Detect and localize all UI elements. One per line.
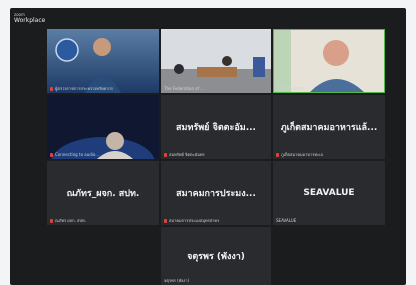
video-tile-8[interactable]: สมาคมการประมง... สมาคมการประมงสมุทรสาคร [161,161,271,225]
video-tile-6[interactable]: ภูเก็ตสมาคมอาหารแล้... ภูเก็ตสมาคมอาหารท… [273,95,385,159]
participant-name: The Federation of ... [164,86,205,91]
mic-muted-icon [50,153,53,157]
participant-video-4 [47,95,159,159]
participant-display-name: SEAVALUE [303,188,355,198]
participant-name: SEAVALUE [276,218,297,223]
participant-display-name: สมาคมการประมง... [176,189,256,199]
video-tile-9[interactable]: SEAVALUE SEAVALUE [273,161,385,225]
participant-name: ภูเก็ตสมาคมอาหารทะเล [276,152,323,157]
video-tile-5[interactable]: สมทรัพย์ จิตตะอัม... สมทรัพย์ จิตตะอัมพร [161,95,271,159]
participant-video-3 [273,29,385,93]
participant-name: สมาคมการประมงสมุทรสาคร [164,218,219,223]
meeting-window: zoom Workplace ผู้ตรวจราชการกระทรวงทรัพย… [10,8,406,285]
brand-name: Workplace [14,17,46,24]
participant-name: สมทรัพย์ จิตตะอัมพร [164,152,205,157]
video-tile-3-active-speaker[interactable]: TCP-Chairman [273,29,385,93]
video-tile-2[interactable]: The Federation of ... [161,29,271,93]
mic-muted-icon [164,219,167,223]
participant-name: ณภัทร ผจก. สปท. [50,218,86,223]
participant-name: จตุรพร (พังงา) [164,278,190,283]
participant-name: ผู้ตรวจราชการกระทรวงทรัพยากร [50,86,113,91]
participant-video-2 [161,29,271,93]
mic-muted-icon [276,153,279,157]
participant-display-name: จตุรพร (พังงา) [187,252,245,262]
video-tile-10[interactable]: จตุรพร (พังงา) จตุรพร (พังงา) [161,227,271,285]
brand-small: zoom [14,12,25,17]
participant-name: Connecting to audio... [50,152,99,157]
video-tile-1[interactable]: ผู้ตรวจราชการกระทรวงทรัพยากร [47,29,159,93]
mic-muted-icon [50,87,53,91]
video-tile-4[interactable]: Connecting to audio... [47,95,159,159]
participant-display-name: ณภัทร_ผจก. สปท. [66,189,140,199]
app-brand: zoom Workplace [14,12,45,24]
mic-muted-icon [164,153,167,157]
video-tile-7[interactable]: ณภัทร_ผจก. สปท. ณภัทร ผจก. สปท. [47,161,159,225]
participant-name: TCP-Chairman [276,86,305,91]
participant-video-1 [47,29,159,93]
participant-display-name: ภูเก็ตสมาคมอาหารแล้... [280,123,378,133]
participant-display-name: สมทรัพย์ จิตตะอัม... [176,123,256,133]
mic-muted-icon [50,219,53,223]
